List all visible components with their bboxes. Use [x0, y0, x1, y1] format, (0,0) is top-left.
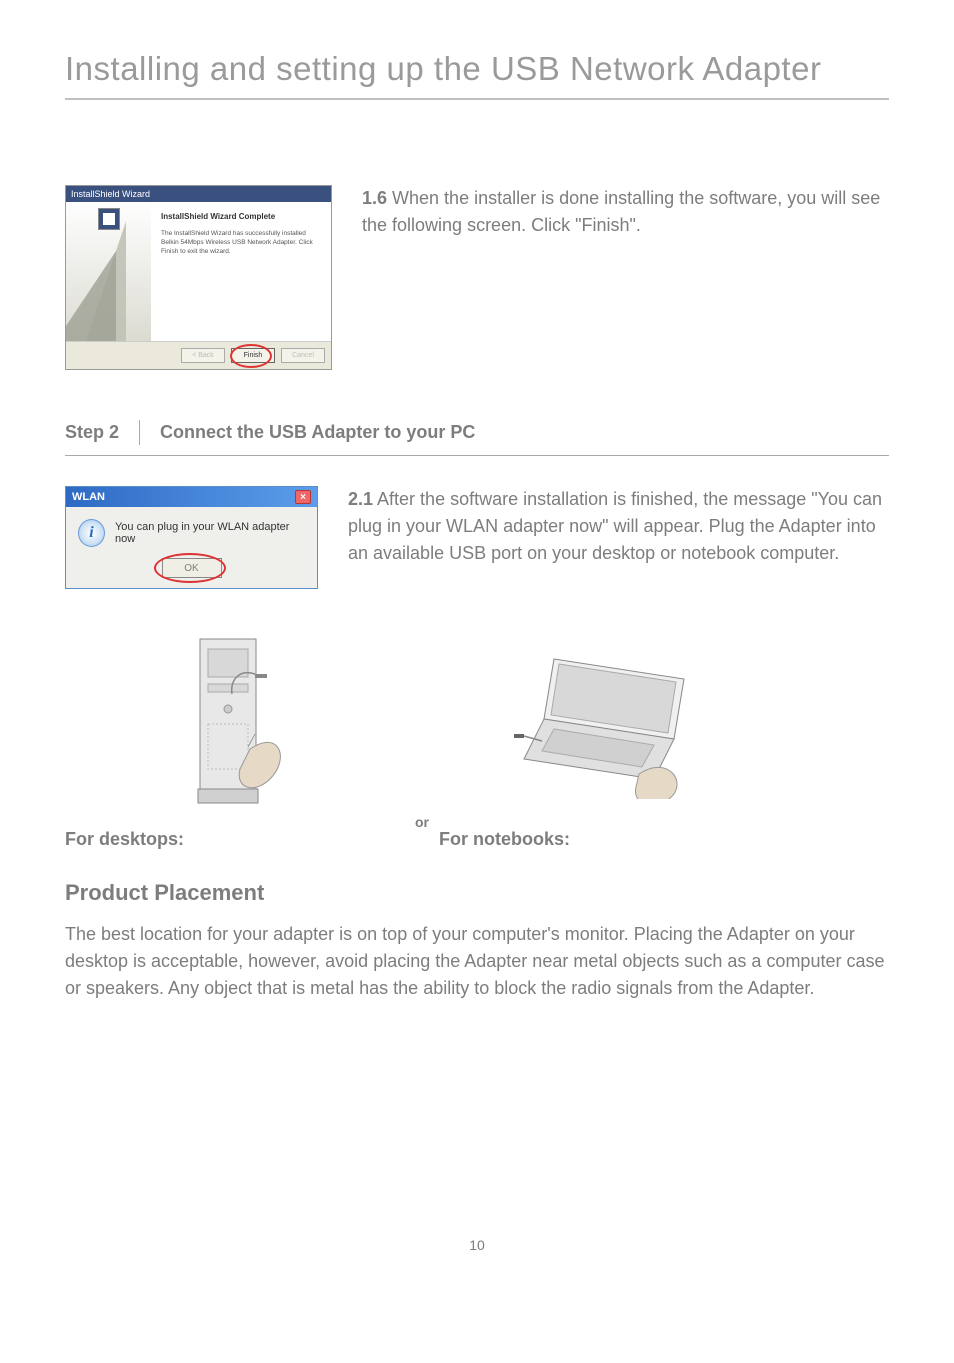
desktop-illustration: [65, 619, 405, 819]
wlan-dialog-screenshot: WLAN × i You can plug in your WLAN adapt…: [65, 486, 318, 589]
product-placement-heading: Product Placement: [65, 880, 889, 906]
step-2-1-text: 2.1 After the software installation is f…: [348, 486, 889, 567]
wizard-body-text: The InstallShield Wizard has successfull…: [161, 229, 321, 256]
wizard-cancel-button: Cancel: [281, 348, 325, 363]
step-body: When the installer is done installing th…: [362, 188, 880, 235]
page-title: Installing and setting up the USB Networ…: [65, 50, 889, 100]
wizard-heading: InstallShield Wizard Complete: [161, 212, 321, 221]
step-body: After the software installation is finis…: [348, 489, 882, 563]
installshield-wizard-screenshot: InstallShield Wizard InstallShield Wizar…: [65, 185, 332, 370]
wizard-finish-button[interactable]: Finish: [231, 348, 275, 363]
step-1-6-text: 1.6 When the installer is done installin…: [362, 185, 889, 370]
step-2-title: Connect the USB Adapter to your PC: [140, 422, 475, 443]
wlan-message: You can plug in your WLAN adapter now: [115, 521, 305, 545]
page-number: 10: [65, 1237, 889, 1253]
step-number: 1.6: [362, 188, 387, 208]
wizard-sidebar-graphic: [66, 202, 151, 341]
for-desktops-label: For desktops:: [65, 829, 184, 850]
for-notebooks-label: For notebooks:: [439, 829, 570, 850]
step-number: 2.1: [348, 489, 373, 509]
red-circle-annotation: [154, 553, 226, 583]
step-divider: [65, 455, 889, 456]
wizard-titlebar: InstallShield Wizard: [66, 186, 331, 202]
wlan-title: WLAN: [72, 491, 105, 503]
wizard-back-button: < Back: [181, 348, 225, 363]
product-placement-text: The best location for your adapter is on…: [65, 921, 889, 1002]
info-icon: i: [78, 519, 105, 547]
red-circle-annotation: [230, 344, 272, 368]
or-text: or: [415, 814, 429, 830]
close-icon[interactable]: ×: [295, 490, 311, 504]
notebook-illustration: [439, 619, 779, 819]
step-2-label: Step 2: [65, 420, 140, 445]
ok-button[interactable]: OK: [162, 558, 222, 578]
